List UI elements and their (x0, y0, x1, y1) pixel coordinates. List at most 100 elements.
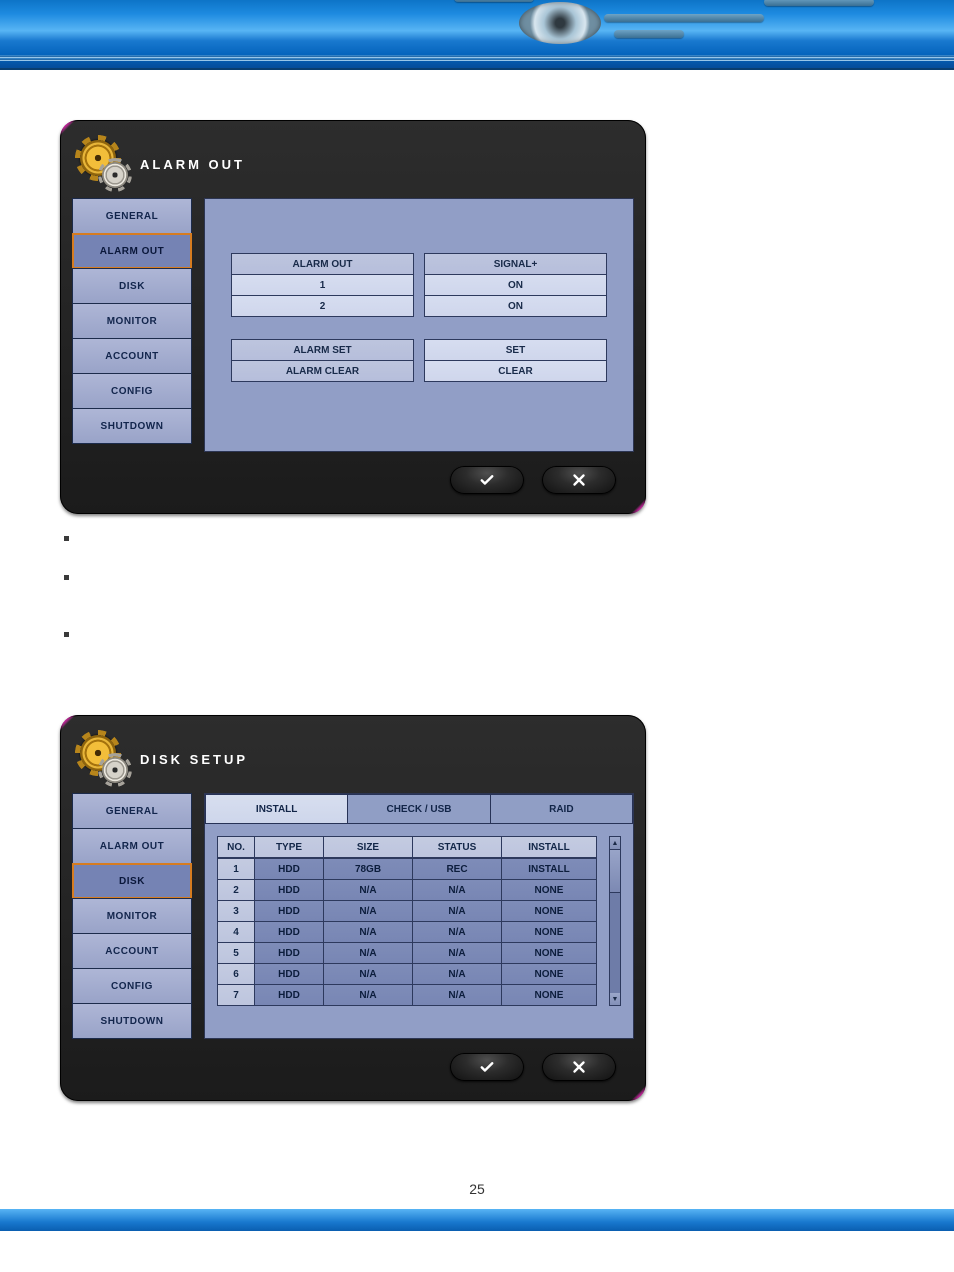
dialog-corner (60, 120, 80, 140)
cell-status: N/A (412, 963, 502, 985)
sidebar-item-monitor[interactable]: MONITOR (72, 303, 192, 339)
alarm-out-header: ALARM OUT (231, 253, 414, 275)
x-icon (570, 1058, 588, 1076)
alarm-set-label: ALARM SET (231, 339, 414, 361)
cell-no: 2 (217, 879, 255, 901)
scroll-thumb[interactable] (610, 849, 620, 893)
x-icon (570, 471, 588, 489)
cancel-button[interactable] (542, 1053, 616, 1081)
page-top-banner (0, 0, 954, 70)
ok-button[interactable] (450, 466, 524, 494)
table-scrollbar[interactable]: ▲ ▼ (609, 836, 621, 1006)
cell-status: N/A (412, 921, 502, 943)
cell-size: N/A (323, 879, 413, 901)
cell-size: N/A (323, 942, 413, 964)
alarm-signal-table: ALARM OUT SIGNAL+ 1 ON 2 ON (231, 253, 607, 317)
banner-art (454, 0, 874, 70)
col-size: SIZE (323, 836, 413, 858)
signal-header: SIGNAL+ (424, 253, 607, 275)
sidebar-item-monitor[interactable]: MONITOR (72, 898, 192, 934)
cell-no: 3 (217, 900, 255, 922)
page-bottom-bar (0, 1209, 954, 1231)
scroll-up-button[interactable]: ▲ (610, 837, 620, 849)
scroll-down-button[interactable]: ▼ (610, 993, 620, 1005)
ok-button[interactable] (450, 1053, 524, 1081)
cell-status: N/A (412, 900, 502, 922)
tab-raid[interactable]: RAID (491, 794, 633, 824)
cell-no: 5 (217, 942, 255, 964)
tab-install[interactable]: INSTALL (205, 794, 348, 824)
sidebar-item-config[interactable]: CONFIG (72, 373, 192, 409)
cell-no: 4 (217, 921, 255, 943)
sidebar-item-shutdown[interactable]: SHUTDOWN (72, 408, 192, 444)
check-icon (478, 471, 496, 489)
cell-install[interactable]: NONE (501, 984, 597, 1006)
alarm-channel-2: 2 (231, 295, 414, 317)
table-row[interactable]: 5HDDN/AN/ANONE (217, 942, 607, 964)
sidebar-item-alarm-out[interactable]: ALARM OUT (72, 828, 192, 864)
cell-install[interactable]: NONE (501, 942, 597, 964)
sidebar-item-config[interactable]: CONFIG (72, 968, 192, 1004)
sidebar: GENERAL ALARM OUT DISK MONITOR ACCOUNT C… (72, 198, 192, 452)
sidebar-item-alarm-out[interactable]: ALARM OUT (72, 233, 192, 269)
cell-type: HDD (254, 900, 324, 922)
alarm-channel-1-signal[interactable]: ON (424, 274, 607, 296)
table-row[interactable]: 6HDDN/AN/ANONE (217, 963, 607, 985)
tab-check-usb[interactable]: CHECK / USB (348, 794, 490, 824)
alarm-channel-2-signal[interactable]: ON (424, 295, 607, 317)
cell-install[interactable]: NONE (501, 879, 597, 901)
disk-setup-dialog: DISK SETUP GENERAL ALARM OUT DISK MONITO… (60, 715, 646, 1101)
dialog-footer (72, 1039, 634, 1089)
table-row[interactable]: 1HDD78GBRECINSTALL (217, 858, 607, 880)
cell-install[interactable]: NONE (501, 921, 597, 943)
table-row[interactable]: 3HDDN/AN/ANONE (217, 900, 607, 922)
cell-type: HDD (254, 858, 324, 880)
dialog-footer (72, 452, 634, 502)
page-number: 25 (0, 1181, 954, 1197)
cell-size: N/A (323, 984, 413, 1006)
main-panel: ALARM OUT SIGNAL+ 1 ON 2 ON ALARM SET (204, 198, 634, 452)
col-type: TYPE (254, 836, 324, 858)
alarm-out-dialog: ALARM OUT GENERAL ALARM OUT DISK MONITOR… (60, 120, 646, 514)
table-row[interactable]: 2HDDN/AN/ANONE (217, 879, 607, 901)
gears-icon (80, 140, 128, 188)
cell-type: HDD (254, 984, 324, 1006)
cell-install[interactable]: NONE (501, 963, 597, 985)
cell-install[interactable]: INSTALL (501, 858, 597, 880)
banner-slit (454, 0, 534, 2)
cancel-button[interactable] (542, 466, 616, 494)
table-row[interactable]: 7HDDN/AN/ANONE (217, 984, 607, 1006)
col-status: STATUS (412, 836, 502, 858)
disk-table: NO. TYPE SIZE STATUS INSTALL 1HDD78GBREC… (217, 836, 607, 1006)
cell-type: HDD (254, 942, 324, 964)
alarm-clear-button[interactable]: CLEAR (424, 360, 607, 382)
scroll-track[interactable] (610, 849, 620, 993)
alarm-clear-label: ALARM CLEAR (231, 360, 414, 382)
cell-no: 1 (217, 858, 255, 880)
cell-type: HDD (254, 879, 324, 901)
gears-icon (80, 735, 128, 783)
cell-type: HDD (254, 921, 324, 943)
cell-no: 6 (217, 963, 255, 985)
tab-bar: INSTALL CHECK / USB RAID (205, 794, 633, 824)
sidebar-item-shutdown[interactable]: SHUTDOWN (72, 1003, 192, 1039)
alarm-set-button[interactable]: SET (424, 339, 607, 361)
sidebar-item-general[interactable]: GENERAL (72, 198, 192, 234)
sidebar-item-account[interactable]: ACCOUNT (72, 338, 192, 374)
sidebar-item-disk[interactable]: DISK (72, 863, 192, 899)
cell-size: 78GB (323, 858, 413, 880)
cell-size: N/A (323, 963, 413, 985)
table-row[interactable]: 4HDDN/AN/ANONE (217, 921, 607, 943)
col-no: NO. (217, 836, 255, 858)
dialog-title: DISK SETUP (140, 752, 248, 767)
dialog-corner (626, 1081, 646, 1101)
dialog-header: DISK SETUP (72, 727, 634, 793)
col-install: INSTALL (501, 836, 597, 858)
sidebar-item-disk[interactable]: DISK (72, 268, 192, 304)
check-icon (478, 1058, 496, 1076)
sidebar: GENERAL ALARM OUT DISK MONITOR ACCOUNT C… (72, 793, 192, 1039)
cell-install[interactable]: NONE (501, 900, 597, 922)
table-header-row: NO. TYPE SIZE STATUS INSTALL (217, 836, 607, 858)
sidebar-item-general[interactable]: GENERAL (72, 793, 192, 829)
sidebar-item-account[interactable]: ACCOUNT (72, 933, 192, 969)
